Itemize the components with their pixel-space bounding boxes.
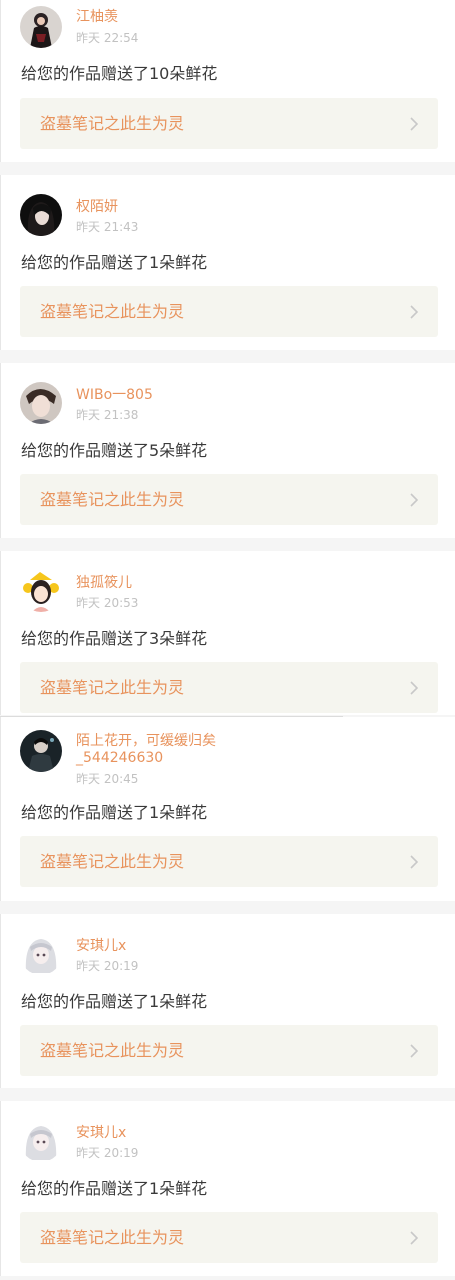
gift-message: 给您的作品赠送了5朵鲜花 — [21, 441, 208, 460]
work-title: 盗墓笔记之此生为灵 — [40, 302, 185, 321]
work-link-button[interactable]: 盗墓笔记之此生为灵 — [20, 1025, 438, 1076]
username[interactable]: 安琪儿x — [76, 938, 126, 955]
chevron-right-icon — [410, 493, 419, 507]
work-link-button[interactable]: 盗墓笔记之此生为灵 — [20, 662, 438, 713]
work-title: 盗墓笔记之此生为灵 — [40, 490, 185, 509]
notification-feed: 江柚羡 昨天 22:54 给您的作品赠送了10朵鲜花 盗墓笔记之此生为灵 权陌妍… — [0, 0, 455, 1280]
gift-message: 给您的作品赠送了1朵鲜花 — [21, 253, 208, 272]
timestamp: 昨天 20:53 — [76, 596, 139, 610]
gift-message: 给您的作品赠送了3朵鲜花 — [21, 629, 208, 648]
gift-message: 给您的作品赠送了1朵鲜花 — [21, 803, 208, 822]
avatar[interactable] — [20, 6, 62, 48]
work-link-button[interactable]: 盗墓笔记之此生为灵 — [20, 1212, 438, 1263]
avatar[interactable] — [20, 382, 62, 424]
timestamp: 昨天 20:19 — [76, 959, 139, 973]
avatar[interactable] — [20, 933, 62, 975]
gift-message: 给您的作品赠送了10朵鲜花 — [21, 64, 218, 83]
username[interactable]: 独孤筱儿 — [76, 575, 132, 592]
notification-card: 安琪儿x 昨天 20:19 给您的作品赠送了1朵鲜花 盗墓笔记之此生为灵 — [0, 1101, 455, 1276]
timestamp: 昨天 20:19 — [76, 1146, 139, 1160]
timestamp: 昨天 20:45 — [76, 772, 139, 786]
chevron-right-icon — [410, 681, 419, 695]
work-title: 盗墓笔记之此生为灵 — [40, 852, 185, 871]
notification-card: 陌上花开，可缓缓归矣_544246630 昨天 20:45 给您的作品赠送了1朵… — [0, 717, 455, 901]
timestamp: 昨天 22:54 — [76, 31, 139, 45]
work-title: 盗墓笔记之此生为灵 — [40, 678, 185, 697]
avatar[interactable] — [20, 730, 62, 772]
notification-card: 江柚羡 昨天 22:54 给您的作品赠送了10朵鲜花 盗墓笔记之此生为灵 — [0, 0, 455, 162]
gift-message: 给您的作品赠送了1朵鲜花 — [21, 992, 208, 1011]
notification-card: 独孤筱儿 昨天 20:53 给您的作品赠送了3朵鲜花 盗墓笔记之此生为灵 — [0, 551, 455, 715]
work-title: 盗墓笔记之此生为灵 — [40, 114, 185, 133]
gift-message: 给您的作品赠送了1朵鲜花 — [21, 1179, 208, 1198]
chevron-right-icon — [410, 1231, 419, 1245]
avatar[interactable] — [20, 1120, 62, 1162]
work-link-button[interactable]: 盗墓笔记之此生为灵 — [20, 286, 438, 337]
username[interactable]: 权陌妍 — [76, 199, 118, 216]
chevron-right-icon — [410, 305, 419, 319]
username[interactable]: 陌上花开，可缓缓归矣_544246630 — [76, 733, 256, 767]
notification-card: WIBo一805 昨天 21:38 给您的作品赠送了5朵鲜花 盗墓笔记之此生为灵 — [0, 363, 455, 538]
work-link-button[interactable]: 盗墓笔记之此生为灵 — [20, 836, 438, 887]
username[interactable]: 安琪儿x — [76, 1125, 126, 1142]
chevron-right-icon — [410, 855, 419, 869]
username[interactable]: 江柚羡 — [76, 9, 118, 26]
timestamp: 昨天 21:43 — [76, 220, 139, 234]
chevron-right-icon — [410, 1044, 419, 1058]
work-title: 盗墓笔记之此生为灵 — [40, 1041, 185, 1060]
work-link-button[interactable]: 盗墓笔记之此生为灵 — [20, 474, 438, 525]
avatar[interactable] — [20, 194, 62, 236]
work-title: 盗墓笔记之此生为灵 — [40, 1228, 185, 1247]
notification-card: 权陌妍 昨天 21:43 给您的作品赠送了1朵鲜花 盗墓笔记之此生为灵 — [0, 175, 455, 350]
chevron-right-icon — [410, 117, 419, 131]
avatar[interactable] — [20, 570, 62, 612]
username[interactable]: WIBo一805 — [76, 387, 153, 404]
work-link-button[interactable]: 盗墓笔记之此生为灵 — [20, 98, 438, 149]
timestamp: 昨天 21:38 — [76, 408, 139, 422]
notification-card: 安琪儿x 昨天 20:19 给您的作品赠送了1朵鲜花 盗墓笔记之此生为灵 — [0, 914, 455, 1088]
